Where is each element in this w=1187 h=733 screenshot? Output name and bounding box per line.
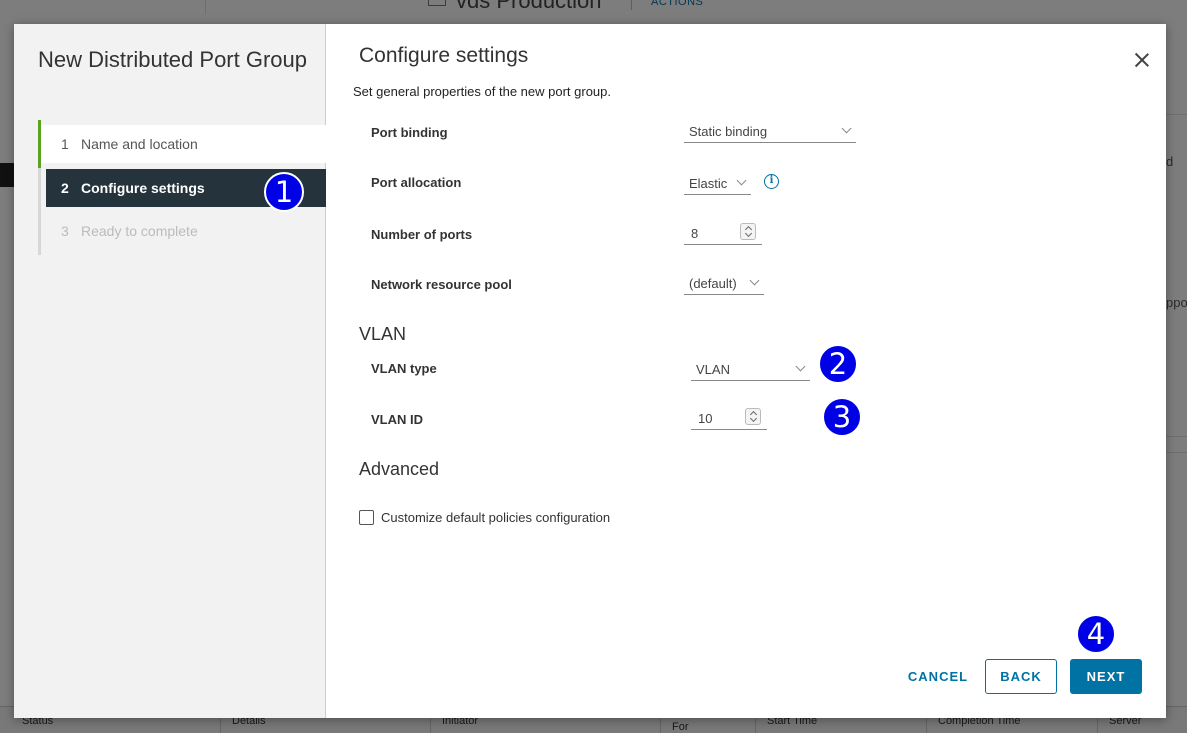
port-binding-label: Port binding	[371, 125, 448, 140]
info-icon[interactable]: i	[764, 174, 779, 189]
number-of-ports-value: 8	[691, 226, 699, 241]
network-resource-pool-label: Network resource pool	[371, 277, 512, 292]
step-number: 2	[61, 180, 69, 196]
next-button[interactable]: NEXT	[1070, 659, 1142, 694]
port-allocation-label: Port allocation	[371, 175, 462, 190]
wizard-sidebar: New Distributed Port Group 1 Name and lo…	[14, 24, 326, 718]
page-subtitle: Set general properties of the new port g…	[353, 84, 611, 99]
wizard-content: Configure settings Set general propertie…	[326, 24, 1166, 718]
spinner-arrows-icon[interactable]	[745, 408, 761, 425]
chevron-down-icon	[749, 275, 760, 286]
callout-marker: 3	[822, 397, 862, 437]
network-resource-pool-select[interactable]: (default)	[684, 273, 764, 295]
advanced-section-title: Advanced	[359, 459, 440, 479]
number-of-ports-label: Number of ports	[371, 227, 473, 242]
port-binding-value: Static binding	[689, 124, 768, 139]
close-icon[interactable]	[1134, 52, 1150, 68]
page-title: Configure settings	[359, 44, 529, 67]
new-port-group-wizard: New Distributed Port Group 1 Name and lo…	[14, 24, 1166, 718]
step-ready-to-complete: 3 Ready to complete	[41, 207, 326, 255]
callout-marker: 1	[264, 172, 304, 212]
network-resource-pool-value: (default)	[689, 276, 737, 291]
vlan-section-title: VLAN	[359, 324, 407, 344]
cancel-button[interactable]: CANCEL	[901, 659, 975, 694]
callout-marker: 4	[1076, 614, 1116, 654]
step-label: Name and location	[81, 136, 198, 152]
step-label: Ready to complete	[81, 223, 198, 239]
port-binding-select[interactable]: Static binding	[684, 121, 856, 143]
callout-marker: 2	[818, 344, 858, 384]
vlan-type-value: VLAN	[696, 362, 730, 377]
step-name-and-location[interactable]: 1 Name and location	[38, 120, 326, 168]
step-label: Configure settings	[81, 180, 205, 196]
wizard-title: New Distributed Port Group	[38, 47, 307, 72]
vlan-type-label: VLAN type	[371, 361, 437, 376]
chevron-down-icon	[795, 361, 806, 372]
chevron-down-icon	[736, 175, 747, 186]
vlan-type-select[interactable]: VLAN	[691, 359, 810, 381]
step-number: 1	[61, 136, 69, 152]
back-button[interactable]: BACK	[985, 659, 1057, 694]
number-of-ports-input[interactable]: 8	[684, 223, 762, 245]
spinner-arrows-icon[interactable]	[740, 223, 756, 240]
chevron-down-icon	[841, 123, 852, 134]
vlan-id-value: 10	[698, 411, 713, 426]
customize-policies-checkbox[interactable]	[359, 510, 374, 525]
port-allocation-value: Elastic	[689, 176, 728, 191]
vlan-id-input[interactable]: 10	[691, 408, 767, 430]
port-allocation-select[interactable]: Elastic	[684, 173, 751, 195]
step-number: 3	[61, 223, 69, 239]
vlan-id-label: VLAN ID	[371, 412, 423, 427]
customize-policies-label[interactable]: Customize default policies configuration	[381, 510, 610, 525]
